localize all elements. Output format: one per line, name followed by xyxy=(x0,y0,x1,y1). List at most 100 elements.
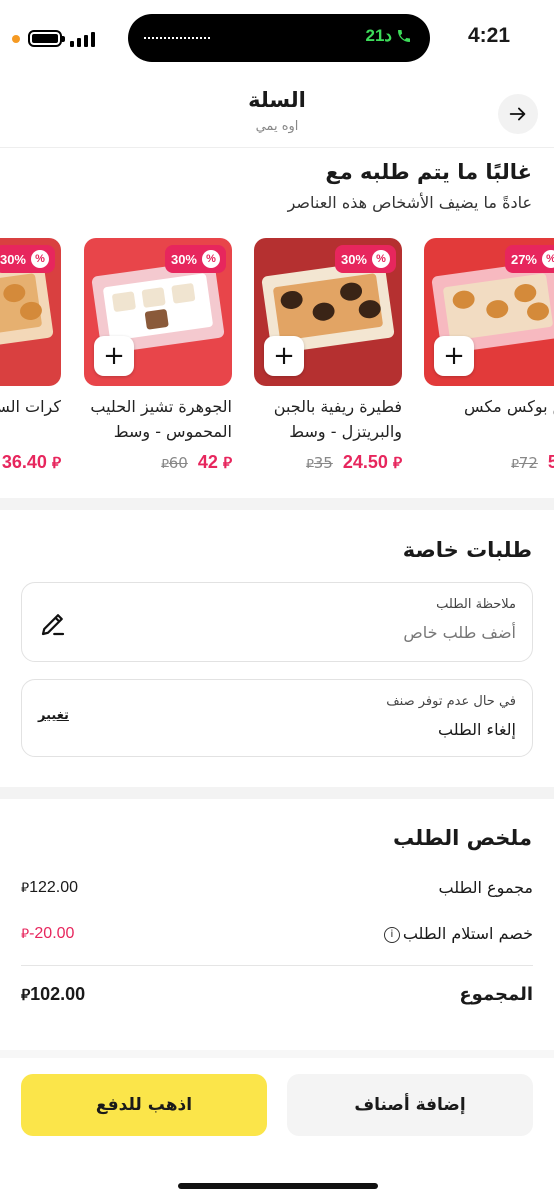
subtotal-label: مجموع الطلب xyxy=(438,878,534,897)
home-indicator[interactable] xyxy=(178,1183,378,1189)
product-card[interactable]: 30%% + الجوهرة تشيز الحليب المحموس - وسط… xyxy=(84,238,232,478)
product-prices: ⃁ 36.40 xyxy=(0,452,61,473)
total-row: المجموع ⃁102.00 xyxy=(21,984,533,1008)
product-name: فطيرة ريفية بالجبن والبريتزل - وسط xyxy=(273,397,402,441)
discount-star-icon: % xyxy=(31,250,49,268)
sale-price-value: 24.50 xyxy=(342,452,388,472)
order-summary-title: ملخص الطلب xyxy=(392,826,532,850)
original-price-value: 35 xyxy=(313,454,333,472)
currency-icon: ⃁ xyxy=(306,457,314,472)
product-prices: ⃁ 5 ⃁72 xyxy=(424,452,554,473)
product-card[interactable]: 30%% + فطيرة ريفية بالجبن والبريتزل - وس… xyxy=(254,238,402,478)
currency-icon: ⃁ xyxy=(21,987,31,1004)
discount-value: 30% xyxy=(170,251,197,267)
discount-value: 30% xyxy=(340,251,367,267)
currency-icon: ⃁ xyxy=(511,457,519,472)
sale-price-value: 5 xyxy=(547,452,554,472)
signal-icon xyxy=(70,31,95,47)
sale-price: ⃁ 5 xyxy=(548,452,554,473)
unavailable-item-label: في حال عدم توفر صنف xyxy=(386,694,516,709)
cart-header: السلة اوه يمي xyxy=(0,76,554,148)
original-price-value: 72 xyxy=(518,454,538,472)
currency-icon: ⃁ xyxy=(222,455,232,472)
phone-icon xyxy=(398,30,410,42)
product-card[interactable]: 30%% كرات الس والحليب ا ⃁ 36.40 xyxy=(0,238,61,478)
recording-dot-icon xyxy=(12,34,20,43)
status-bar: 21د 4:21 xyxy=(0,0,554,76)
back-button[interactable] xyxy=(498,94,538,134)
subtotal-value: 122.00 xyxy=(29,879,79,896)
currency-icon: ⃁ xyxy=(21,926,30,941)
clock: 4:21 xyxy=(467,24,510,47)
page-title: السلة xyxy=(248,88,306,112)
battery-icon xyxy=(28,30,65,47)
total-value: 102.00 xyxy=(30,984,86,1004)
subtotal-amount: ⃁122.00 xyxy=(21,878,78,897)
unavailable-item-field[interactable]: في حال عدم توفر صنف إلغاء الطلب تغيير xyxy=(21,679,533,757)
discount-star-icon: % xyxy=(542,250,554,268)
total-amount: ⃁102.00 xyxy=(21,984,85,1005)
summary-divider xyxy=(21,965,533,966)
order-note-label: ملاحظة الطلب xyxy=(436,597,516,612)
status-icons xyxy=(12,30,95,47)
original-price: ⃁60 xyxy=(161,454,188,472)
original-price-value: 60 xyxy=(168,454,188,472)
discount-badge: 30%% xyxy=(164,245,226,273)
call-duration: 21د xyxy=(365,26,393,45)
discount-badge: 30%% xyxy=(0,245,55,273)
product-image: 30%% + xyxy=(84,238,232,386)
discount-label-text: خصم استلام الطلب xyxy=(402,924,533,943)
product-name: الجوهرة تشيز الحليب المحموس - وسط xyxy=(90,397,232,441)
order-note-field[interactable]: ملاحظة الطلب أضف طلب خاص xyxy=(21,582,533,662)
add-to-cart-button[interactable]: + xyxy=(94,336,134,376)
change-button[interactable]: تغيير xyxy=(38,708,69,723)
checkout-button[interactable]: اذهب للدفع xyxy=(21,1074,267,1136)
discount-value: 30% xyxy=(0,251,26,267)
info-icon[interactable]: i xyxy=(383,926,400,943)
discount-row: خصم استلام الطلبi ⃁-20.00 xyxy=(21,924,533,948)
product-prices: ⃁ 24.50 ⃁35 xyxy=(254,452,402,473)
currency-icon: ⃁ xyxy=(21,880,30,895)
currency-icon: ⃁ xyxy=(161,457,169,472)
call-indicator: 21د xyxy=(366,26,413,46)
order-note-placeholder: أضف طلب خاص xyxy=(403,623,516,642)
subtotal-row: مجموع الطلب ⃁122.00 xyxy=(21,878,533,902)
original-price: ⃁72 xyxy=(511,454,538,472)
restaurant-name: اوه يمي xyxy=(255,119,299,134)
product-name: ض بوكس مكس xyxy=(463,397,554,416)
discount-label: خصم استلام الطلبi xyxy=(383,924,533,943)
section-divider xyxy=(0,787,554,799)
currency-icon: ⃁ xyxy=(51,455,61,472)
dynamic-island[interactable]: 21د xyxy=(128,14,430,62)
discount-amount: ⃁-20.00 xyxy=(21,924,74,943)
total-label: المجموع xyxy=(459,984,533,1005)
product-carousel[interactable]: 27%% + ض بوكس مكس ⃁ 5 ⃁72 30%% + فطيرة ر… xyxy=(0,238,554,488)
unavailable-item-value: إلغاء الطلب xyxy=(438,720,516,739)
often-ordered-title: غالبًا ما يتم طلبه مع xyxy=(325,160,532,184)
sale-price-value: 42 xyxy=(197,452,218,472)
sale-price: ⃁ 42 xyxy=(198,452,232,473)
section-divider xyxy=(0,1050,554,1058)
waveform-icon xyxy=(144,37,210,39)
arrow-right-icon xyxy=(509,107,526,121)
special-requests-title: طلبات خاصة xyxy=(402,538,532,562)
add-to-cart-button[interactable]: + xyxy=(264,336,304,376)
product-card[interactable]: 27%% + ض بوكس مكس ⃁ 5 ⃁72 xyxy=(424,238,554,478)
often-ordered-subtitle: عادةً ما يضيف الأشخاص هذه العناصر xyxy=(287,193,532,212)
discount-badge: 30%% xyxy=(334,245,396,273)
add-to-cart-button[interactable]: + xyxy=(434,336,474,376)
sale-price-value: 36.40 xyxy=(1,452,47,472)
product-prices: ⃁ 42 ⃁60 xyxy=(84,452,232,473)
sale-price: ⃁ 24.50 xyxy=(343,452,402,473)
cart-screen: 21د 4:21 السلة اوه يمي غالبًا ما يتم طلب… xyxy=(0,0,554,1200)
product-name: كرات الس والحليب ا xyxy=(0,397,61,416)
currency-icon: ⃁ xyxy=(392,455,402,472)
discount-value: 27% xyxy=(510,251,537,267)
discount-badge: 27%% xyxy=(504,245,554,273)
sale-price: ⃁ 36.40 xyxy=(2,452,61,473)
discount-star-icon: % xyxy=(372,250,390,268)
pencil-icon xyxy=(41,614,65,636)
add-items-button[interactable]: إضافة أصناف xyxy=(287,1074,533,1136)
original-price: ⃁35 xyxy=(306,454,333,472)
section-divider xyxy=(0,498,554,510)
